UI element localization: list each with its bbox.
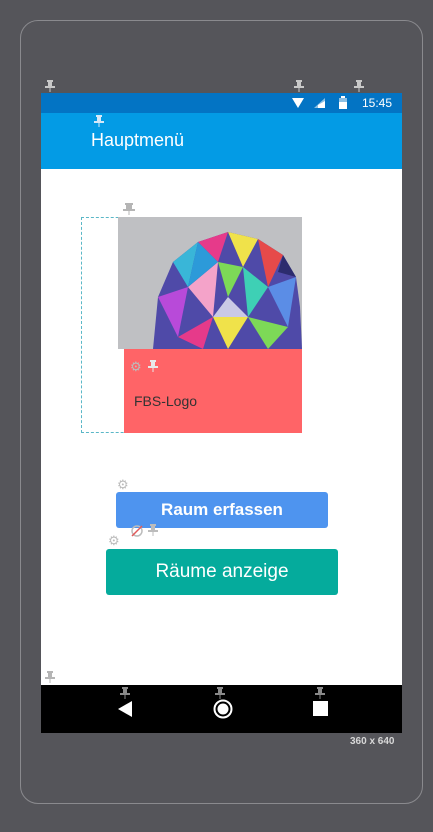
pin-icon: [120, 687, 130, 699]
pin-icon: [294, 80, 304, 92]
signal-icon: [314, 98, 325, 108]
pin-icon: [354, 80, 364, 92]
pin-icon: [215, 687, 225, 699]
polygon-lion-icon: [153, 232, 302, 349]
pin-icon: [315, 687, 325, 699]
logo-image[interactable]: [118, 217, 302, 349]
pin-icon: [148, 360, 158, 372]
status-time: 15:45: [361, 96, 392, 110]
gear-icon: ⚙: [108, 533, 120, 548]
phone-screen: 15:45 Hauptmenü ⚙ FBS-Logo ⚙ Raum erfass…: [41, 93, 402, 733]
status-bar: 15:45: [41, 93, 402, 113]
pin-icon: [123, 203, 135, 215]
page-title: Hauptmenü: [91, 130, 185, 150]
pin-icon: [45, 671, 55, 683]
raum-erfassen-button[interactable]: Raum erfassen: [116, 492, 328, 528]
gear-icon: ⚙: [117, 477, 129, 492]
preview-dimensions: 360 x 640: [350, 736, 395, 747]
pin-icon: [148, 524, 158, 536]
pin-icon: [45, 80, 55, 92]
app-bar: Hauptmenü: [41, 113, 402, 169]
home-icon[interactable]: [213, 699, 233, 724]
recents-icon[interactable]: [313, 701, 328, 721]
battery-icon: [339, 96, 347, 109]
pin-icon: [94, 115, 104, 127]
wifi-icon: [292, 98, 304, 108]
logo-label-container: ⚙ FBS-Logo: [124, 349, 302, 433]
logo-label: FBS-Logo: [134, 393, 198, 409]
navigation-bar: [41, 685, 402, 733]
raeume-anzeige-button[interactable]: Räume anzeige: [106, 549, 338, 595]
hidden-icon: [131, 524, 143, 537]
back-icon[interactable]: [118, 701, 132, 722]
gear-icon: ⚙: [130, 359, 142, 374]
